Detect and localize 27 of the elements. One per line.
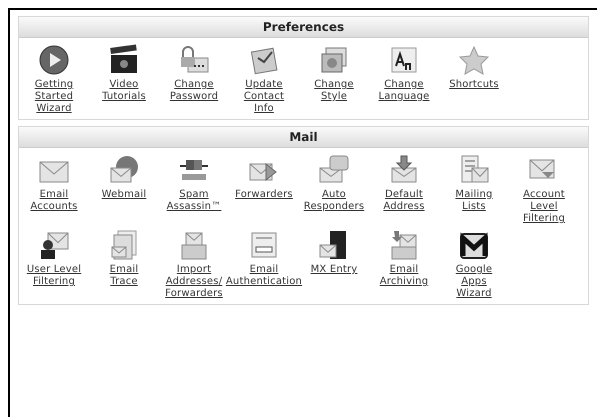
feature-link[interactable]: Email Authentication	[226, 264, 302, 288]
feature-link[interactable]: Email Trace	[110, 264, 138, 288]
feature-link[interactable]: Account Level Filtering	[522, 189, 566, 225]
star-icon[interactable]	[458, 44, 490, 76]
feature-link[interactable]: Import Addresses/ Forwarders	[165, 264, 223, 300]
section-header: Mail	[19, 127, 588, 148]
feature-link[interactable]: Change Password	[170, 79, 218, 103]
feature-link[interactable]: Change Language	[378, 79, 430, 103]
feature-link[interactable]: Update Contact Info	[244, 79, 284, 115]
feature-link[interactable]: Shortcuts	[449, 79, 499, 91]
feature-link[interactable]: Video Tutorials	[102, 79, 146, 103]
feature-link[interactable]: Default Address	[383, 189, 425, 213]
feature-link[interactable]: Change Style	[314, 79, 354, 103]
feature-link[interactable]: Mailing Lists	[455, 189, 493, 213]
clapperboard-icon[interactable]	[108, 44, 140, 76]
feature-link[interactable]: Forwarders	[235, 189, 293, 201]
feature-link[interactable]: Getting Started Wizard	[34, 79, 74, 115]
feature-link[interactable]: Auto Responders	[304, 189, 364, 213]
feature-link[interactable]: Webmail	[102, 189, 146, 201]
feature-link[interactable]: MX Entry	[310, 264, 358, 276]
play-icon[interactable]	[38, 44, 70, 76]
feature-link[interactable]: User Level Filtering	[26, 264, 82, 288]
feature-link[interactable]: Email Archiving	[380, 264, 428, 288]
feature-link[interactable]: Google Apps Wizard	[456, 264, 492, 300]
feature-link[interactable]: Spam Assassin™	[166, 189, 222, 213]
section-header: Preferences	[19, 17, 588, 38]
feature-link[interactable]: Email Accounts	[30, 189, 78, 213]
